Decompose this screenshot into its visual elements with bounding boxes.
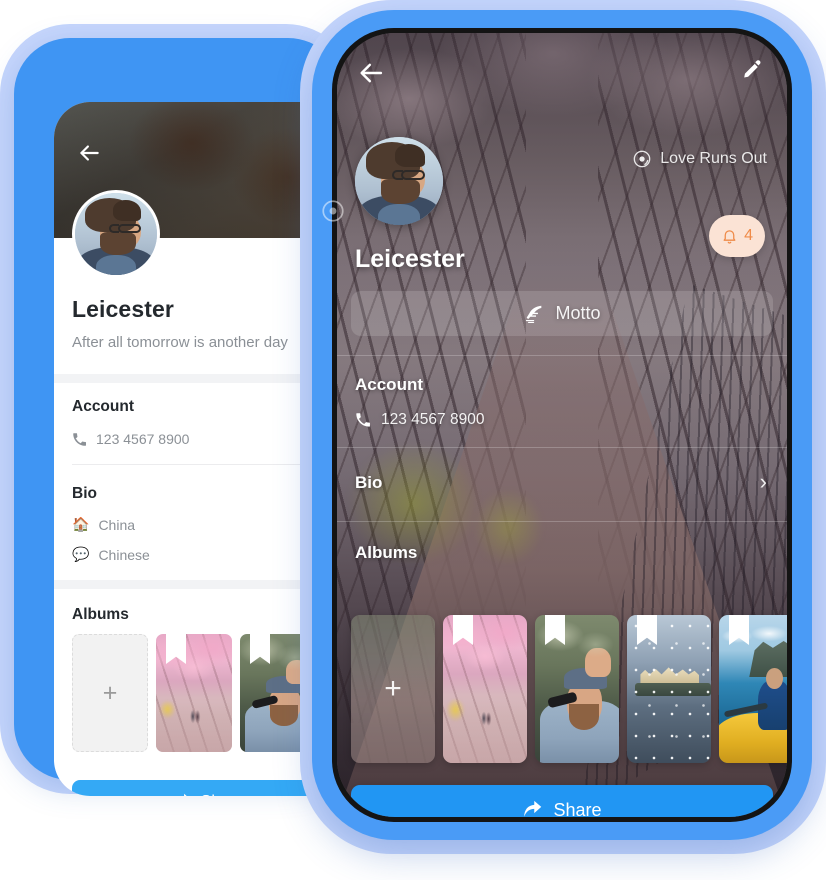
pencil-icon[interactable] (739, 57, 765, 83)
section-title-account: Account (355, 375, 423, 394)
speech-bubble-emoji-icon: 💬 (72, 546, 90, 562)
bio-language-value: Chinese (98, 546, 150, 563)
album-card[interactable] (535, 615, 619, 763)
add-album-label: + (384, 672, 402, 705)
back-navigation-icon[interactable] (357, 59, 385, 87)
section-title-account: Account (72, 398, 134, 415)
bio-country-row[interactable]: 🏠 China (72, 516, 135, 533)
avatar[interactable] (72, 190, 160, 278)
section-title-bio: Bio (72, 485, 97, 502)
bio-country-value: China (98, 516, 136, 533)
share-button[interactable]: Share (351, 785, 773, 817)
house-emoji-icon: 🏠 (72, 516, 90, 532)
front-phone-bezel: Love Runs Out 4 Leicester Motto Account … (332, 28, 792, 822)
album-card[interactable] (156, 634, 232, 752)
front-phone-screen: Love Runs Out 4 Leicester Motto Account … (337, 33, 787, 817)
notification-count: 4 (744, 227, 753, 244)
chevron-right-icon[interactable]: › (760, 471, 767, 493)
divider (337, 521, 787, 522)
share-button-label: Share (201, 793, 244, 796)
status-badge[interactable]: 4 (709, 215, 765, 257)
bell-icon (721, 228, 738, 245)
albums-list[interactable]: + (351, 615, 787, 763)
avatar[interactable] (355, 137, 443, 225)
divider (337, 447, 787, 448)
add-album-label: + (102, 678, 118, 707)
account-phone-row[interactable]: 123 4567 8900 (72, 431, 189, 447)
screenshot-stage: Leicester After all tomorrow is another … (0, 0, 826, 880)
page-title: Leicester (355, 245, 465, 273)
add-album-button[interactable]: + (351, 615, 435, 763)
vinyl-record-icon (632, 149, 652, 169)
share-arrow-icon (522, 800, 543, 818)
account-phone-value: 123 4567 8900 (381, 411, 485, 428)
bio-language-row[interactable]: 💬 Chinese (72, 546, 150, 563)
back-navigation-icon[interactable] (76, 140, 102, 166)
album-card[interactable] (627, 615, 711, 763)
divider (337, 355, 787, 356)
now-playing-title: Love Runs Out (660, 150, 767, 167)
album-card[interactable] (443, 615, 527, 763)
now-playing-label[interactable]: Love Runs Out (632, 149, 767, 169)
phone-icon (355, 412, 371, 428)
share-button-label: Share (553, 799, 602, 818)
account-phone-row[interactable]: 123 4567 8900 (355, 411, 484, 429)
phone-icon (72, 432, 87, 447)
motto-button[interactable]: Motto (351, 291, 773, 336)
motto-button-label: Motto (555, 303, 601, 323)
page-title: Leicester (72, 296, 174, 322)
section-title-bio: Bio (355, 473, 383, 492)
add-album-button[interactable]: + (72, 634, 148, 752)
profile-motto: After all tomorrow is another day (72, 334, 288, 351)
album-card[interactable] (719, 615, 787, 763)
section-title-albums: Albums (355, 543, 418, 562)
avatar-illustration (355, 137, 443, 225)
avatar-illustration (75, 193, 157, 275)
feather-quill-icon (523, 303, 545, 325)
share-arrow-icon (173, 793, 192, 796)
front-topbar (337, 33, 787, 99)
back-phone-frame: Leicester After all tomorrow is another … (14, 38, 354, 796)
account-phone-value: 123 4567 8900 (96, 431, 190, 447)
camera-icon[interactable] (320, 198, 346, 224)
section-title-albums: Albums (72, 606, 129, 623)
